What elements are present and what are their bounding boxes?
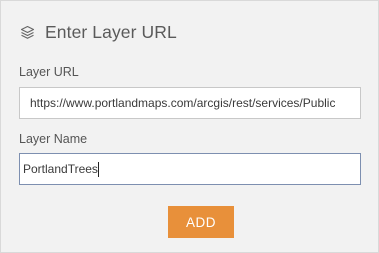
- layer-url-label: Layer URL: [19, 65, 79, 79]
- layer-name-label: Layer Name: [19, 132, 88, 146]
- layer-url-value: https://www.portlandmaps.com/arcgis/rest…: [30, 96, 336, 110]
- enter-layer-url-panel: Enter Layer URL Layer URL https://www.po…: [0, 0, 379, 253]
- layer-name-value: PortlandTrees: [23, 162, 98, 176]
- panel-header: Enter Layer URL: [20, 21, 177, 43]
- layer-url-input[interactable]: https://www.portlandmaps.com/arcgis/rest…: [19, 87, 361, 119]
- layers-icon: [20, 25, 35, 40]
- layer-name-input[interactable]: PortlandTrees: [19, 153, 361, 185]
- text-caret: [97, 161, 99, 177]
- panel-title: Enter Layer URL: [45, 21, 177, 42]
- add-button[interactable]: ADD: [168, 206, 234, 238]
